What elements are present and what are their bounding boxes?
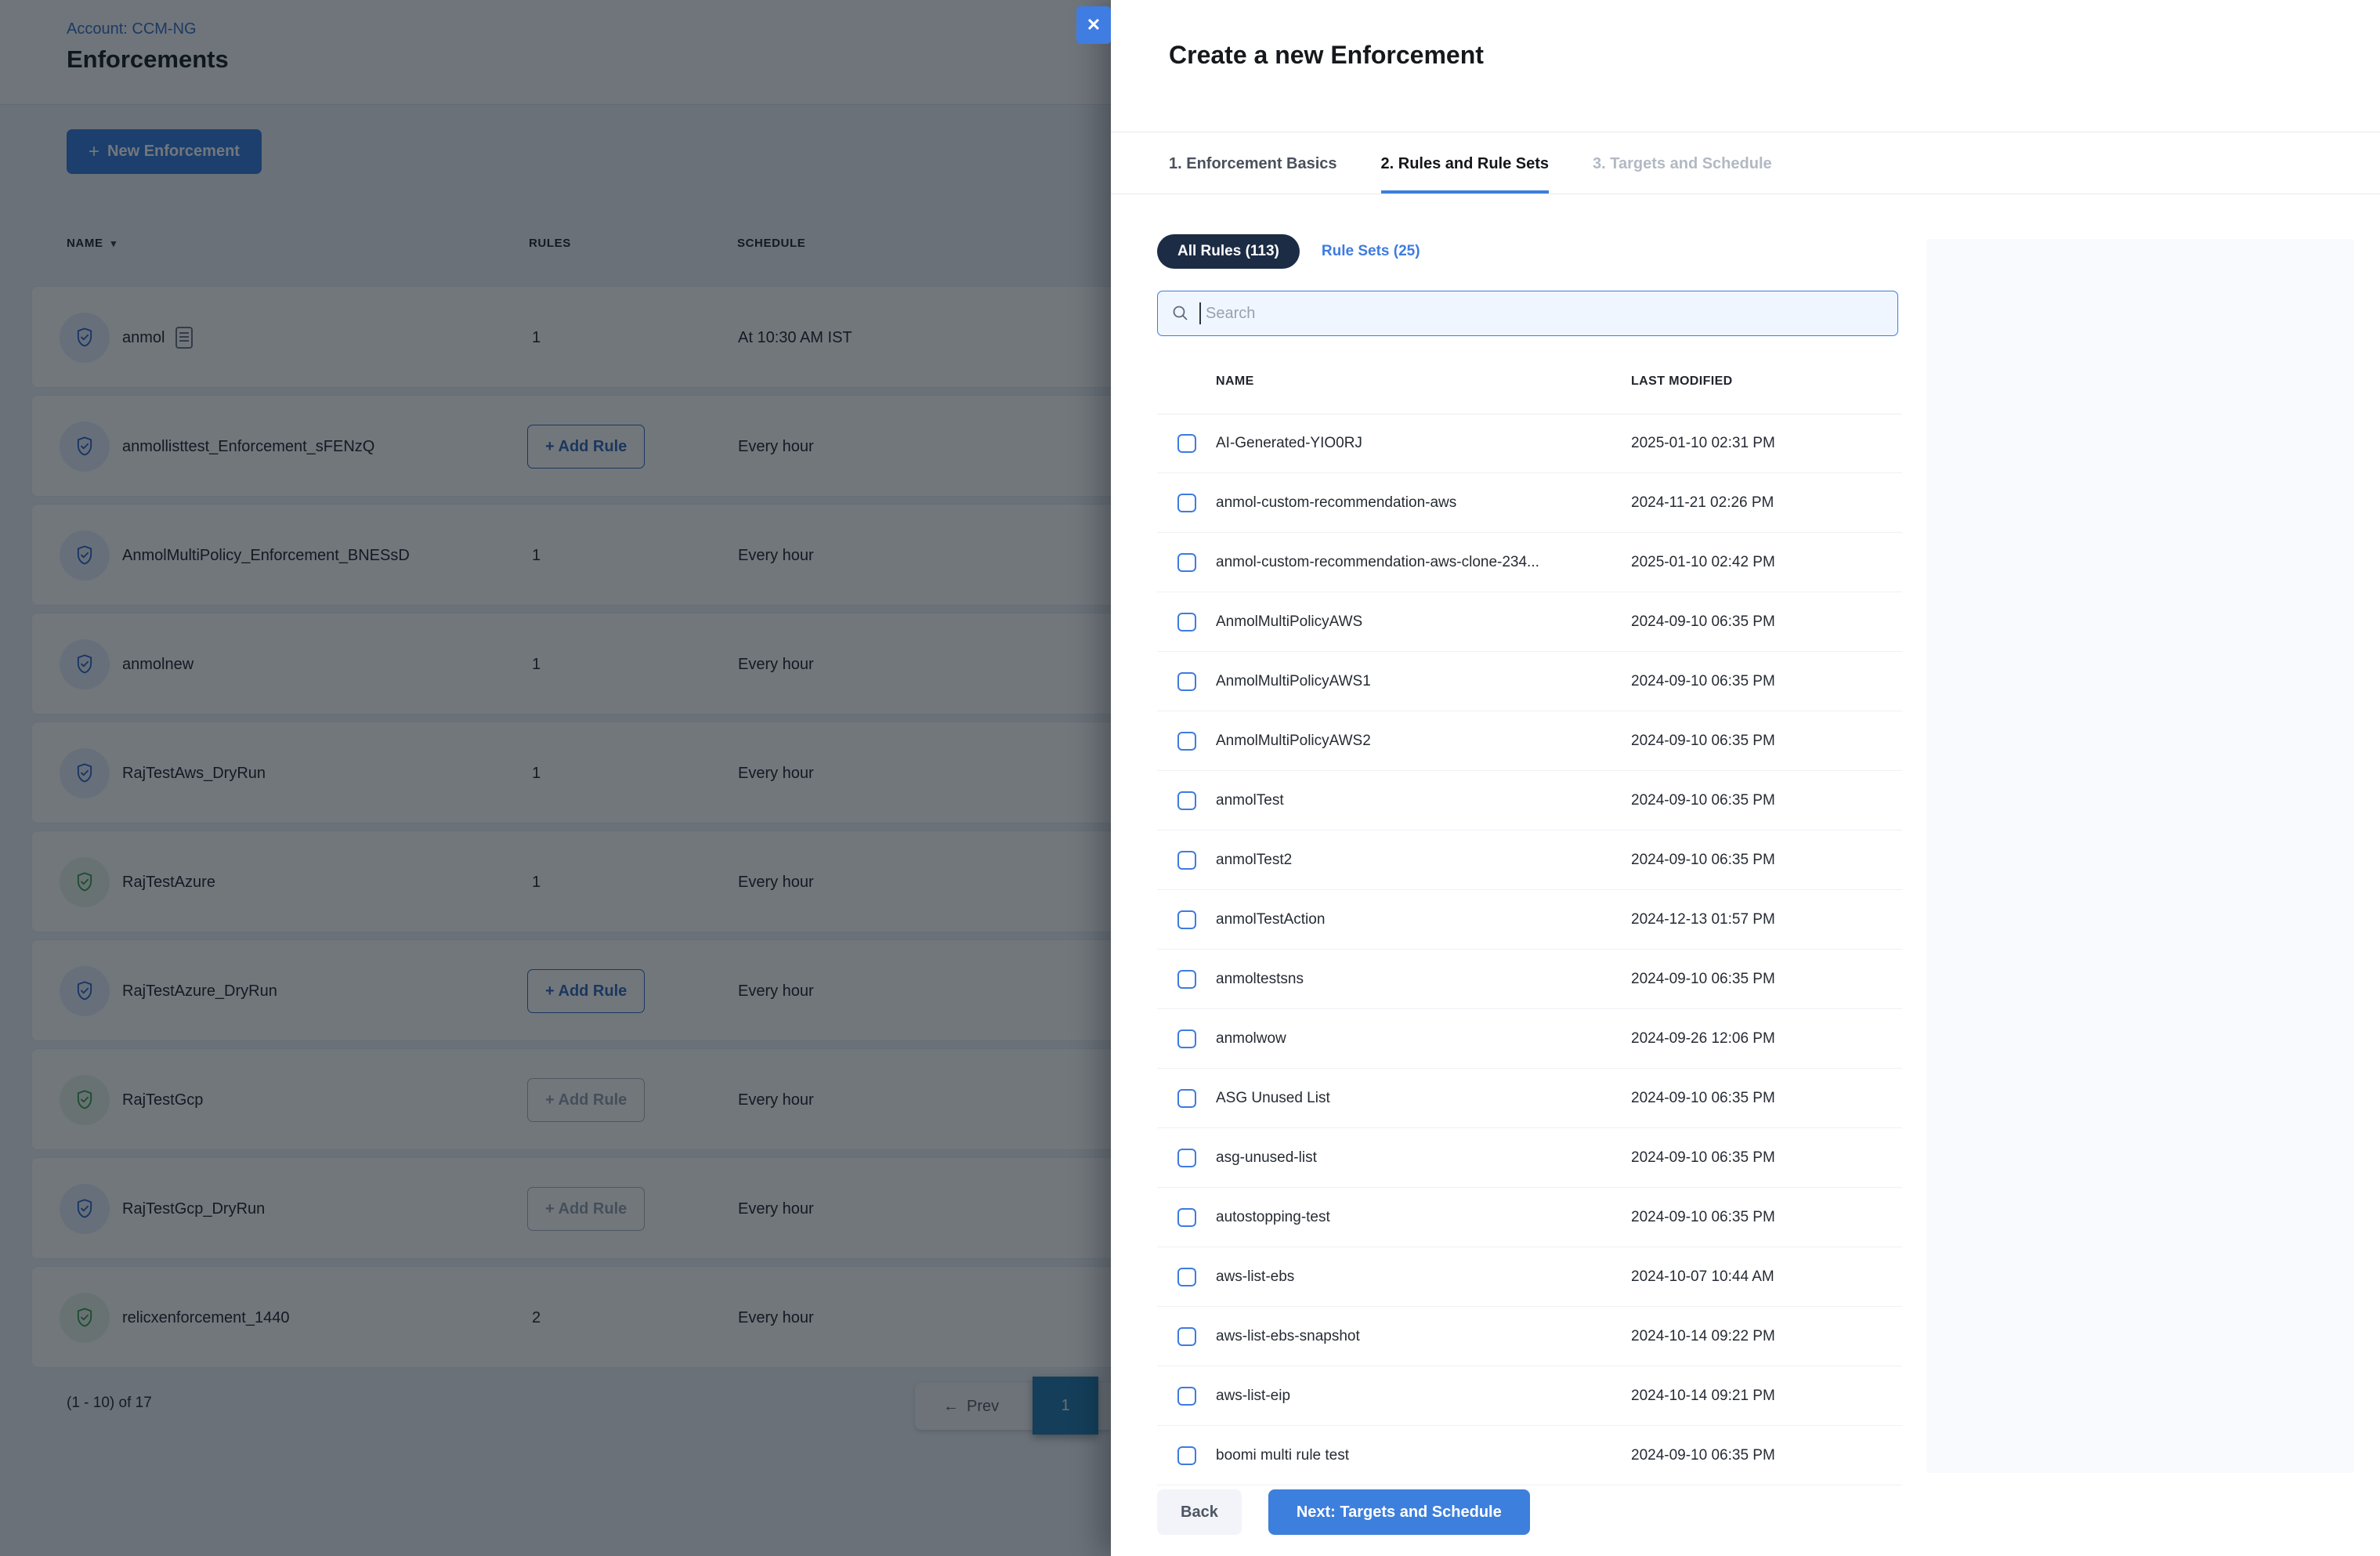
drawer-footer: Back Next: Targets and Schedule: [1157, 1489, 1530, 1535]
rule-row[interactable]: aws-list-eip 2024-10-14 09:21 PM: [1157, 1366, 1902, 1426]
next-targets-schedule-button[interactable]: Next: Targets and Schedule: [1268, 1489, 1530, 1535]
rule-last-modified: 2025-01-10 02:31 PM: [1631, 434, 1775, 451]
rule-name: AnmolMultiPolicyAWS2: [1216, 732, 1371, 749]
rule-checkbox[interactable]: [1177, 1207, 1196, 1227]
rule-name: boomi multi rule test: [1216, 1446, 1350, 1464]
rule-checkbox[interactable]: [1177, 969, 1196, 989]
rule-row[interactable]: anmol-custom-recommendation-aws-clone-23…: [1157, 533, 1902, 592]
all-rules-pill[interactable]: All Rules (113): [1157, 234, 1300, 269]
rule-name: anmol-custom-recommendation-aws: [1216, 494, 1457, 511]
rule-name: AnmolMultiPolicyAWS: [1216, 613, 1363, 630]
rule-row[interactable]: AnmolMultiPolicyAWS2 2024-09-10 06:35 PM: [1157, 711, 1902, 771]
rule-row[interactable]: autostopping-test 2024-09-10 06:35 PM: [1157, 1188, 1902, 1247]
rule-checkbox[interactable]: [1177, 850, 1196, 870]
rule-name: anmolTestAction: [1216, 910, 1326, 928]
rule-name: AI-Generated-YIO0RJ: [1216, 434, 1362, 451]
create-enforcement-drawer: ✕ Create a new Enforcement 1. Enforcemen…: [1076, 0, 2380, 1556]
text-cursor: [1199, 302, 1201, 324]
rule-checkbox[interactable]: [1177, 1386, 1196, 1406]
rule-checkbox[interactable]: [1177, 731, 1196, 751]
rules-column-name: NAME: [1216, 375, 1254, 388]
rule-last-modified: 2024-10-14 09:21 PM: [1631, 1387, 1775, 1404]
modal-backdrop[interactable]: [0, 0, 1111, 1556]
rules-column-last-modified: LAST MODIFIED: [1631, 375, 1733, 388]
rule-row[interactable]: AnmolMultiPolicyAWS 2024-09-10 06:35 PM: [1157, 592, 1902, 652]
rule-name: aws-list-eip: [1216, 1387, 1291, 1404]
rule-checkbox[interactable]: [1177, 1267, 1196, 1286]
rule-checkbox[interactable]: [1177, 552, 1196, 572]
rule-last-modified: 2024-09-10 06:35 PM: [1631, 672, 1775, 689]
rule-last-modified: 2024-09-10 06:35 PM: [1631, 613, 1775, 630]
rule-name: anmolTest: [1216, 791, 1284, 809]
rules-list: AI-Generated-YIO0RJ 2025-01-10 02:31 PM an…: [1157, 414, 1902, 1485]
rule-name: AnmolMultiPolicyAWS1: [1216, 672, 1371, 689]
rule-last-modified: 2024-09-10 06:35 PM: [1631, 1208, 1775, 1225]
drawer-title: Create a new Enforcement: [1169, 41, 1484, 69]
rule-checkbox[interactable]: [1177, 1326, 1196, 1346]
rule-row[interactable]: aws-list-ebs-snapshot 2024-10-14 09:22 PM: [1157, 1307, 1902, 1366]
rule-last-modified: 2024-09-10 06:35 PM: [1631, 970, 1775, 987]
rule-last-modified: 2025-01-10 02:42 PM: [1631, 553, 1775, 570]
rule-name: anmoltestsns: [1216, 970, 1304, 987]
rule-last-modified: 2024-12-13 01:57 PM: [1631, 910, 1775, 928]
rules-search-box: [1157, 291, 1898, 336]
rule-last-modified: 2024-09-10 06:35 PM: [1631, 1149, 1775, 1166]
tab-rules-and-rule-sets[interactable]: 2. Rules and Rule Sets: [1380, 132, 1550, 194]
rule-row[interactable]: anmoltestsns 2024-09-10 06:35 PM: [1157, 950, 1902, 1009]
search-icon: [1171, 304, 1190, 323]
rule-checkbox[interactable]: [1177, 493, 1196, 512]
rule-last-modified: 2024-09-10 06:35 PM: [1631, 732, 1775, 749]
tab-targets-and-schedule[interactable]: 3. Targets and Schedule: [1593, 132, 1772, 194]
rule-row[interactable]: ASG Unused List 2024-09-10 06:35 PM: [1157, 1069, 1902, 1128]
rule-name: ASG Unused List: [1216, 1089, 1330, 1106]
rule-checkbox[interactable]: [1177, 791, 1196, 810]
rule-checkbox[interactable]: [1177, 1088, 1196, 1108]
rule-row[interactable]: AI-Generated-YIO0RJ 2025-01-10 02:31 PM: [1157, 414, 1902, 473]
rule-checkbox[interactable]: [1177, 433, 1196, 453]
rule-row[interactable]: AnmolMultiPolicyAWS1 2024-09-10 06:35 PM: [1157, 652, 1902, 711]
rule-name: aws-list-ebs-snapshot: [1216, 1327, 1360, 1344]
rule-last-modified: 2024-09-10 06:35 PM: [1631, 851, 1775, 868]
rule-checkbox[interactable]: [1177, 612, 1196, 631]
rule-row[interactable]: boomi multi rule test 2024-09-10 06:35 PM: [1157, 1426, 1902, 1485]
tab-enforcement-basics[interactable]: 1. Enforcement Basics: [1169, 132, 1337, 194]
rule-sets-link[interactable]: Rule Sets (25): [1322, 243, 1420, 260]
rule-last-modified: 2024-10-07 10:44 AM: [1631, 1268, 1774, 1285]
rule-name: anmolTest2: [1216, 851, 1293, 868]
rule-last-modified: 2024-09-10 06:35 PM: [1631, 1446, 1775, 1464]
rules-filter-toggle: All Rules (113) Rule Sets (25): [1157, 234, 1420, 269]
rule-name: autostopping-test: [1216, 1208, 1330, 1225]
rule-row[interactable]: anmolTest 2024-09-10 06:35 PM: [1157, 771, 1902, 830]
rule-last-modified: 2024-09-10 06:35 PM: [1631, 791, 1775, 809]
rule-last-modified: 2024-09-26 12:06 PM: [1631, 1029, 1775, 1047]
rule-name: aws-list-ebs: [1216, 1268, 1295, 1285]
rule-row[interactable]: aws-list-ebs 2024-10-07 10:44 AM: [1157, 1247, 1902, 1307]
search-input[interactable]: [1204, 303, 1897, 324]
rule-row[interactable]: anmol-custom-recommendation-aws 2024-11-2…: [1157, 473, 1902, 533]
rule-checkbox[interactable]: [1177, 671, 1196, 691]
rule-checkbox[interactable]: [1177, 1148, 1196, 1167]
rule-name: anmol-custom-recommendation-aws-clone-23…: [1216, 553, 1539, 570]
rule-name: asg-unused-list: [1216, 1149, 1317, 1166]
selected-rules-panel: [1926, 239, 2354, 1473]
rule-name: anmolwow: [1216, 1029, 1286, 1047]
rule-checkbox[interactable]: [1177, 1029, 1196, 1048]
rule-checkbox[interactable]: [1177, 1446, 1196, 1465]
rule-row[interactable]: asg-unused-list 2024-09-10 06:35 PM: [1157, 1128, 1902, 1188]
rule-row[interactable]: anmolTest2 2024-09-10 06:35 PM: [1157, 830, 1902, 890]
wizard-tabs: 1. Enforcement Basics 2. Rules and Rule …: [1169, 132, 1772, 194]
rule-last-modified: 2024-10-14 09:22 PM: [1631, 1327, 1775, 1344]
close-icon[interactable]: ✕: [1076, 6, 1111, 44]
rule-row[interactable]: anmolwow 2024-09-26 12:06 PM: [1157, 1009, 1902, 1069]
rules-list-header: NAME LAST MODIFIED: [1157, 360, 1902, 414]
rule-last-modified: 2024-11-21 02:26 PM: [1631, 494, 1774, 511]
rule-checkbox[interactable]: [1177, 910, 1196, 929]
rule-row[interactable]: anmolTestAction 2024-12-13 01:57 PM: [1157, 890, 1902, 950]
back-button[interactable]: Back: [1157, 1489, 1242, 1535]
rule-last-modified: 2024-09-10 06:35 PM: [1631, 1089, 1775, 1106]
